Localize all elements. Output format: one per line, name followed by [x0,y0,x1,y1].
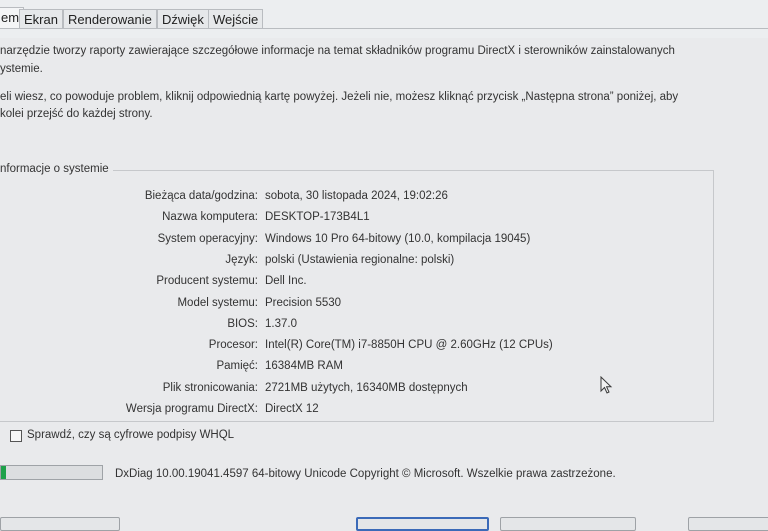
info-row: System operacyjny: Windows 10 Pro 64-bito… [0,233,768,249]
info-value: Precision 5530 [265,296,342,309]
system-info-title: nformacje o systemie [0,163,113,175]
info-value: 2721MB użytych, 16340MB dostępnych [265,381,468,394]
tab-display[interactable]: Ekran [19,9,63,29]
tab-input[interactable]: Wejście [208,9,264,29]
info-value: Windows 10 Pro 64-bitowy (10.0, kompilac… [265,232,531,245]
info-row: Producent systemu: Dell Inc. [0,275,768,291]
intro-line-3: eli wiesz, co powoduje problem, kliknij … [0,91,679,103]
save-info-button[interactable] [500,517,636,531]
intro-line-1: narzędzie tworzy raporty zawierające szc… [0,45,675,57]
info-label: Język: [225,253,258,266]
info-value: Intel(R) Core(TM) i7-8850H CPU @ 2.60GHz… [265,339,553,352]
intro-line-4: kolei przejść do każdej strony. [0,108,153,120]
info-label: Nazwa komputera: [162,211,258,224]
info-value: polski (Ustawienia regionalne: polski) [265,253,455,266]
info-row: Wersja programu DirectX: DirectX 12 [0,403,768,419]
info-label: BIOS: [227,317,258,330]
help-button[interactable] [0,517,120,531]
whql-checkbox[interactable] [10,430,22,442]
info-value: DESKTOP-173B4L1 [265,211,370,224]
tab-render[interactable]: Renderowanie [63,9,157,29]
mouse-pointer-icon [600,376,613,394]
info-row: Język: polski (Ustawienia regionalne: pol… [0,254,768,270]
info-value: 1.37.0 [265,317,297,330]
info-label: Procesor: [208,339,258,352]
info-label: Plik stronicowania: [162,381,258,394]
intro-line-2: ystemie. [0,63,43,75]
info-label: Wersja programu DirectX: [125,403,258,415]
info-row: Pamięć: 16384MB RAM [0,360,768,376]
exit-button[interactable] [688,517,768,531]
info-value: Dell Inc. [265,275,307,288]
info-row: Procesor: Intel(R) Core(TM) i7-8850H CPU … [0,339,768,355]
info-value: sobota, 30 listopada 2024, 19:02:26 [265,190,448,202]
copyright-footer: DxDiag 10.00.19041.4597 64-bitowy Unicod… [115,468,616,480]
info-label: Bieżąca data/godzina: [144,190,258,202]
tab-divider [0,28,768,29]
info-label: System operacyjny: [157,232,258,245]
info-label: Model systemu: [177,296,258,309]
info-label: Producent systemu: [156,275,258,288]
info-label: Pamięć: [216,360,258,373]
info-row: Plik stronicowania: 2721MB użytych, 16340… [0,382,768,398]
tab-bar: em Ekran Renderowanie Dźwięk Wejście [0,0,768,38]
info-value: DirectX 12 [265,403,319,415]
progress-fill [1,466,7,479]
next-page-button[interactable] [356,517,489,531]
whql-checkbox-label: Sprawdź, czy są cyfrowe podpisy WHQL [27,429,235,441]
info-row: Model systemu: Precision 5530 [0,297,768,313]
tab-sound[interactable]: Dźwięk [157,9,209,29]
info-row: Bieżąca data/godzina: sobota, 30 listopad… [0,190,768,206]
info-value: 16384MB RAM [265,360,343,373]
info-row: Nazwa komputera: DESKTOP-173B4L1 [0,211,768,227]
progress-bar [0,465,103,480]
info-row: BIOS: 1.37.0 [0,318,768,334]
